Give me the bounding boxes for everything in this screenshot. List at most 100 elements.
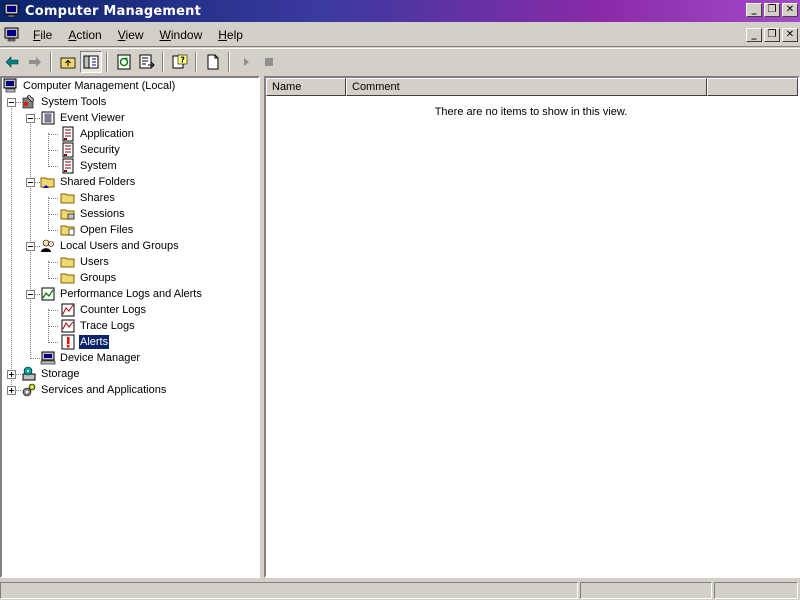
tree-connector (48, 198, 58, 199)
tree-item-alerts[interactable]: Alerts (60, 334, 111, 350)
tree-connector (11, 101, 12, 391)
tree-item-event-viewer[interactable]: Event Viewer (40, 110, 126, 126)
perf-logs-collapse-toggle[interactable] (26, 290, 35, 299)
storage-expand-toggle[interactable] (7, 370, 16, 379)
status-panel-2 (580, 582, 712, 599)
menu-bar: File Action View Window Help _ ❐ ✕ (0, 24, 800, 47)
up-one-level-button[interactable] (57, 51, 79, 73)
tools-icon (22, 94, 35, 109)
tree-item-trace-logs[interactable]: Trace Logs (60, 318, 136, 334)
restore-button[interactable]: ❐ (764, 3, 780, 17)
tree-connector (48, 134, 58, 135)
back-arrow-icon (5, 55, 19, 68)
export-list-button[interactable] (136, 51, 158, 73)
mdi-minimize-button[interactable]: _ (746, 28, 762, 42)
tree-item-application-log[interactable]: Application (60, 126, 135, 142)
result-list-view[interactable]: Name Comment There are no items to show … (264, 76, 800, 578)
console-window-icon[interactable] (3, 27, 21, 43)
tree-item-label: Groups (80, 272, 117, 284)
tree-connector (48, 262, 58, 263)
tree-item-label: Shares (80, 192, 115, 204)
refresh-button[interactable] (113, 51, 135, 73)
tree-item-label: System Tools (41, 96, 107, 108)
toolbar-separator (106, 51, 108, 72)
tree-item-label: Computer Management (Local) (23, 80, 176, 92)
menu-action[interactable]: Action (60, 24, 109, 47)
tree-item-label: Users (80, 256, 109, 268)
tree-item-label: Device Manager (60, 352, 141, 364)
tree-item-computer-management[interactable]: Computer Management (Local) (3, 78, 176, 94)
menu-file[interactable]: File (25, 24, 60, 47)
empty-list-message: There are no items to show in this view. (434, 106, 628, 118)
tree-connector (48, 261, 49, 279)
title-bar[interactable]: Computer Management _ ❐ ✕ (0, 0, 800, 22)
event-viewer-collapse-toggle[interactable] (26, 114, 35, 123)
console-tree[interactable]: Computer Management (Local) System Tools… (0, 76, 260, 578)
mdi-close-button[interactable]: ✕ (782, 28, 798, 42)
tree-item-system-tools[interactable]: System Tools (21, 94, 107, 110)
list-header: Name Comment (266, 78, 798, 96)
tree-item-storage[interactable]: Storage (21, 366, 81, 382)
tree-item-label: Open Files (80, 224, 134, 236)
toolbar: ? (0, 48, 800, 74)
system-tools-collapse-toggle[interactable] (7, 98, 16, 107)
tree-item-label: Storage (41, 368, 80, 380)
performance-icon (41, 287, 55, 301)
tree-item-label: Trace Logs (80, 320, 135, 332)
restore-icon: ❐ (767, 29, 777, 40)
column-header-name[interactable]: Name (266, 78, 346, 96)
menu-help[interactable]: Help (210, 24, 251, 47)
log-icon (62, 126, 74, 142)
status-panel-3 (714, 582, 798, 599)
shared-folder-icon (40, 177, 55, 188)
sessions-icon (60, 209, 75, 220)
menu-label-rest: elp (226, 27, 243, 42)
device-manager-icon (40, 351, 56, 365)
tree-connector (48, 278, 58, 279)
tree-item-performance-logs[interactable]: Performance Logs and Alerts (40, 286, 203, 302)
tree-item-services-applications[interactable]: Services and Applications (21, 382, 167, 398)
minimize-icon: _ (751, 29, 757, 40)
menu-view[interactable]: View (110, 24, 152, 47)
tree-item-sessions[interactable]: Sessions (60, 206, 126, 222)
tree-connector (30, 358, 40, 359)
stop-button[interactable] (258, 51, 280, 73)
column-header-filler (707, 78, 798, 96)
forward-arrow-icon (29, 56, 41, 67)
forward-button[interactable] (24, 51, 46, 73)
show-hide-tree-button[interactable] (80, 50, 102, 73)
tree-item-open-files[interactable]: Open Files (60, 222, 134, 238)
tree-item-device-manager[interactable]: Device Manager (40, 350, 141, 366)
services-expand-toggle[interactable] (7, 386, 16, 395)
restore-icon: ❐ (767, 4, 777, 15)
tree-item-groups[interactable]: Groups (60, 270, 117, 286)
new-button[interactable] (202, 51, 224, 73)
status-panel-main (0, 582, 578, 599)
svg-text:?: ? (180, 55, 185, 64)
help-icon: ? (172, 54, 188, 68)
tree-item-shares[interactable]: Shares (60, 190, 116, 206)
tree-item-system-log[interactable]: System (60, 158, 118, 174)
show-hide-tree-icon (83, 55, 99, 68)
minimize-button[interactable]: _ (746, 3, 762, 17)
tree-item-security-log[interactable]: Security (60, 142, 121, 158)
tree-item-shared-folders[interactable]: Shared Folders (40, 174, 136, 190)
local-users-collapse-toggle[interactable] (26, 242, 35, 251)
column-header-comment[interactable]: Comment (346, 78, 707, 96)
shared-folders-collapse-toggle[interactable] (26, 178, 35, 187)
tree-item-local-users-groups[interactable]: Local Users and Groups (40, 238, 180, 254)
status-bar (0, 580, 800, 600)
up-folder-icon (60, 57, 76, 68)
close-button[interactable]: ✕ (782, 3, 798, 17)
trace-log-icon (61, 319, 75, 333)
tree-item-counter-logs[interactable]: Counter Logs (60, 302, 147, 318)
menu-window[interactable]: Window (152, 24, 211, 47)
tree-item-users[interactable]: Users (60, 254, 110, 270)
stop-icon (265, 57, 273, 66)
help-button[interactable]: ? (169, 51, 191, 73)
start-button[interactable] (235, 51, 257, 73)
tree-item-label: Performance Logs and Alerts (60, 288, 202, 300)
back-button[interactable] (1, 51, 23, 73)
mdi-restore-button[interactable]: ❐ (764, 28, 780, 42)
services-icon (22, 383, 36, 397)
